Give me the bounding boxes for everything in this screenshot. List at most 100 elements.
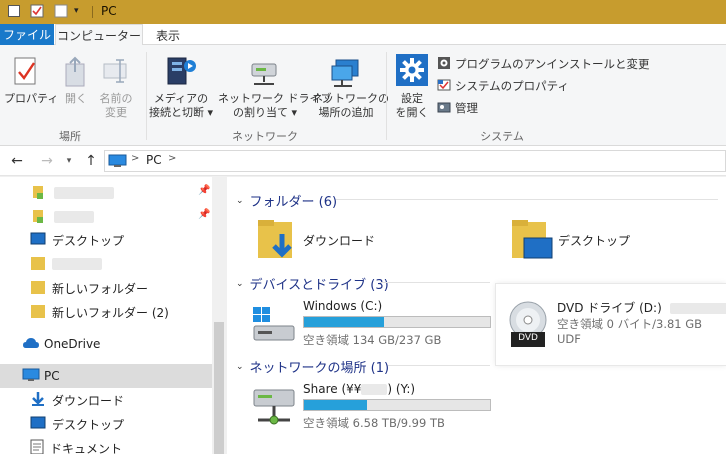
collapse-chevron-icon[interactable]: ⌄ [236,362,244,372]
nav-item-new-folder-2[interactable]: 新しいフォルダー (2) [0,300,212,324]
address-input[interactable] [104,150,726,172]
drive-y-label[interactable]: Share (¥¥) (Y:) [303,382,415,396]
gear-icon [396,54,428,86]
uninstall-program-button[interactable]: プログラムのアンインストールと変更 [437,55,649,73]
system-properties-button[interactable]: システムのプロパティ [437,77,569,95]
drive-c-free-space: 空き領域 134 GB/237 GB [303,333,442,347]
drive-y-name-prefix: Share (¥¥ [303,382,362,396]
nav-item-desktop[interactable]: デスクトップ [0,228,212,252]
desktop-icon [30,416,46,433]
new-folder-quick-icon[interactable] [54,4,68,18]
add-location-label-2: 場所の追加 [318,106,374,119]
section-devices-header[interactable]: ⌄ デバイスとドライブ (3) [236,274,389,293]
document-icon [30,439,44,454]
nav-item-pinned-1[interactable] [0,181,212,205]
settings-label-2: を開く [395,106,429,119]
recent-locations-chevron-icon[interactable]: ▾ [62,152,76,170]
blurred-label [669,303,726,314]
pin-icon[interactable]: 📌 [198,209,210,220]
drive-c-label[interactable]: Windows (C:) [303,299,382,313]
download-folder-icon[interactable] [256,218,298,262]
rename-button[interactable]: 名前の 変更 [96,92,136,120]
media-label-1: メディアの [153,92,209,105]
desktop-folder-icon[interactable] [510,218,554,262]
system-properties-label: システムのプロパティ [455,79,569,93]
rename-label-1: 名前の [99,92,133,105]
nav-label: 新しいフォルダー (2) [52,305,169,320]
tab-file[interactable]: ファイル [0,24,54,45]
tab-view[interactable]: 表示 [148,24,188,46]
breadcrumb-separator[interactable]: > [131,153,139,164]
folder-icon [30,279,46,298]
customize-qat-icon[interactable]: ▾ [74,4,88,18]
media-connect-button[interactable]: メディアの 接続と切断 ▾ [148,92,214,120]
window-title: PC [101,4,117,18]
map-drive-label-1: ネットワーク ドライブ [218,92,332,105]
manage-icon [437,100,451,117]
rename-icon [102,56,132,88]
nav-item-downloads[interactable]: ダウンロード [0,388,212,412]
section-divider [380,282,490,283]
open-label: 開く [65,92,87,105]
nav-label: PC [44,369,60,383]
drive-d-free-space: 空き領域 0 バイト/3.81 GB [557,317,703,331]
media-label-2: 接続と切断 ▾ [148,106,214,119]
nav-item-onedrive[interactable]: OneDrive [0,332,212,356]
open-settings-button[interactable]: 設定 を開く [392,92,432,120]
properties-quick-icon[interactable] [30,4,44,18]
uninstall-icon [437,56,451,73]
tab-computer[interactable]: コンピューター [55,24,143,46]
manage-button[interactable]: 管理 [437,99,478,117]
section-folders-header[interactable]: ⌄ フォルダー (6) [236,191,337,210]
nav-scrollbar-thumb[interactable] [214,322,224,454]
map-network-drive-button[interactable]: ネットワーク ドライブ の割り当て ▾ [218,92,332,120]
nav-label: 新しいフォルダー [52,281,149,296]
nav-label: ドキュメント [50,441,123,454]
uninstall-label: プログラムのアンインストールと変更 [455,57,650,71]
collapse-chevron-icon[interactable]: ⌄ [236,279,244,289]
window-icon[interactable] [8,5,20,17]
nav-item-pc[interactable]: PC [0,364,212,388]
map-drive-label-2: の割り当て ▾ [232,106,298,119]
collapse-chevron-icon[interactable]: ⌄ [236,196,244,206]
properties-icon [12,56,40,88]
breadcrumb-pc[interactable]: PC [146,153,162,167]
pin-folder-icon [32,208,46,227]
onedrive-cloud-icon [22,337,40,352]
windows-drive-icon[interactable] [250,304,298,344]
up-arrow-icon[interactable]: ↑ [82,152,100,170]
pin-icon[interactable]: 📌 [198,185,210,196]
open-icon [64,56,90,88]
pc-icon [22,368,40,385]
system-properties-icon [437,78,451,95]
back-arrow-icon[interactable]: ← [8,152,26,170]
settings-label-1: 設定 [401,92,423,105]
nav-item-documents[interactable]: ドキュメント [0,436,212,454]
forward-arrow-icon[interactable]: → [38,152,56,170]
section-network-header[interactable]: ⌄ ネットワークの場所 (1) [236,357,389,376]
desktop-icon [30,232,46,249]
section-divider [336,199,718,200]
section-devices-title: デバイスとドライブ (3) [249,278,389,293]
drive-d-filesystem: UDF [557,332,581,346]
group-separator [386,52,387,140]
folder-downloads-label[interactable]: ダウンロード [303,232,375,249]
drive-c-usage-bar [303,316,491,328]
nav-item-new-folder[interactable]: 新しいフォルダー [0,276,212,300]
group-system-label: システム [480,130,524,143]
blurred-label [52,258,102,270]
nav-item-folder-blurred[interactable] [0,252,212,276]
section-divider [388,365,490,366]
network-drive-icon[interactable] [250,386,300,430]
manage-label: 管理 [455,101,478,115]
nav-label: ダウンロード [52,393,125,408]
add-network-location-button[interactable]: ネットワークの 場所の追加 [312,92,389,120]
nav-item-desktop-2[interactable]: デスクトップ [0,412,212,436]
nav-item-pinned-2[interactable] [0,205,212,229]
breadcrumb-separator[interactable]: > [168,153,176,164]
properties-button[interactable]: プロパティ [4,92,58,106]
map-network-drive-icon [248,62,282,88]
folder-desktop-label[interactable]: デスクトップ [558,232,630,249]
open-button[interactable]: 開く [58,92,94,106]
add-location-label-1: ネットワークの [312,92,389,105]
